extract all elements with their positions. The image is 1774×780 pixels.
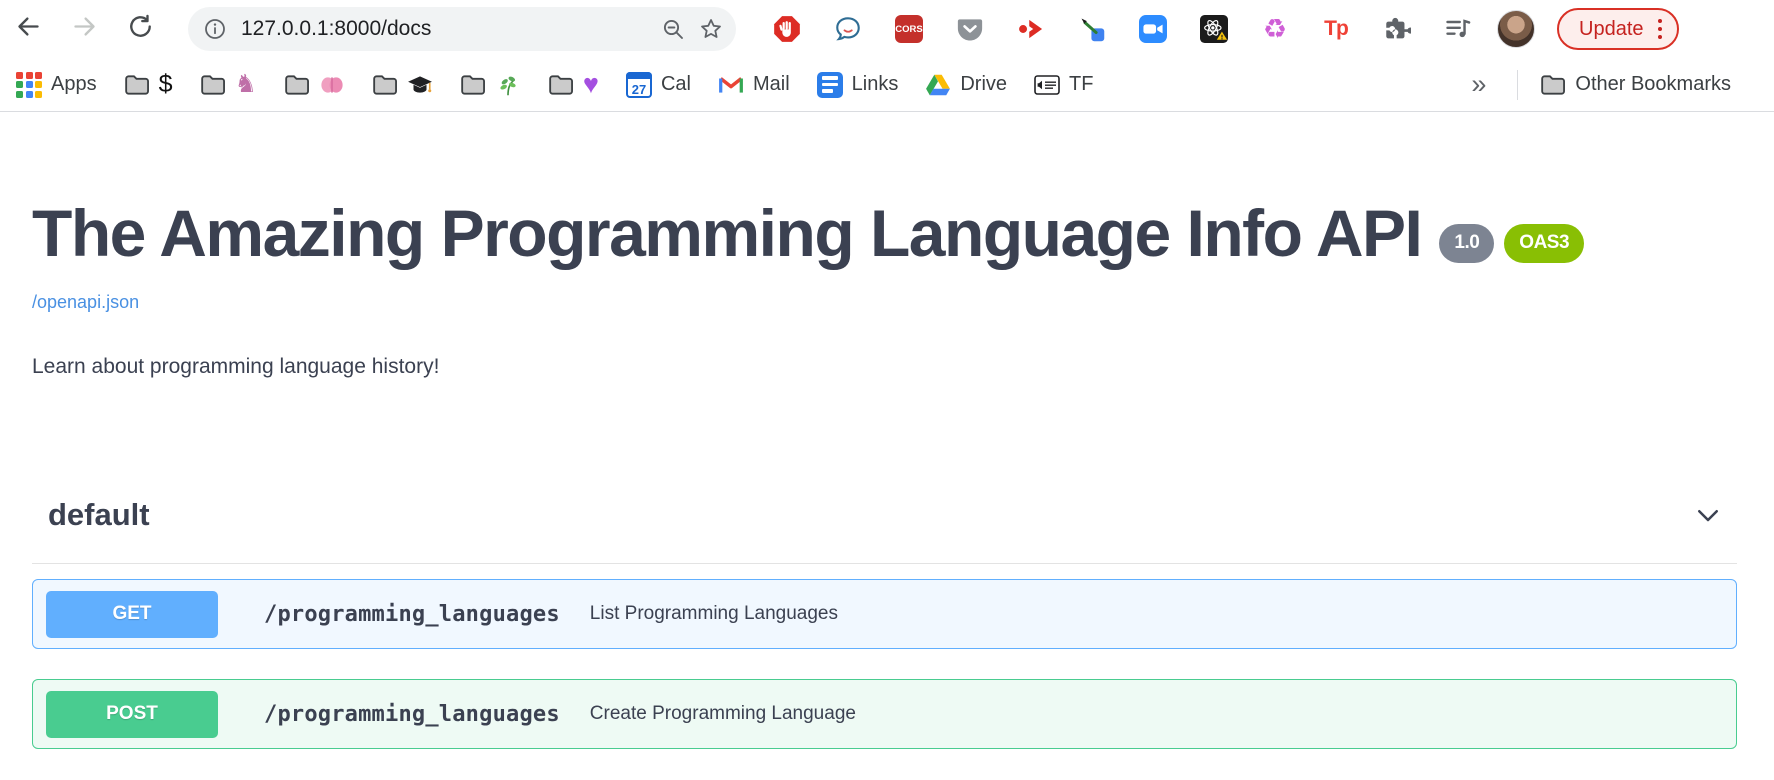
page-info-icon[interactable]	[202, 16, 228, 42]
url-bar[interactable]: 127.0.0.1:8000/docs	[188, 7, 736, 51]
tp-icon[interactable]: Tp	[1321, 14, 1351, 44]
tag-title: default	[48, 497, 150, 533]
reload-button[interactable]	[118, 7, 162, 51]
cors-icon[interactable]: CORS	[894, 14, 924, 44]
eyedropper-icon	[1078, 15, 1106, 43]
tp-icon: Tp	[1324, 17, 1348, 41]
url-text[interactable]: 127.0.0.1:8000/docs	[241, 17, 660, 41]
graduation-cap-icon	[407, 72, 433, 98]
back-button[interactable]	[6, 7, 50, 51]
update-button[interactable]: Update	[1557, 8, 1679, 50]
other-bookmarks[interactable]: Other Bookmarks	[1540, 72, 1731, 98]
api-title-text: The Amazing Programming Language Info AP…	[32, 200, 1421, 266]
brain-icon	[319, 72, 345, 98]
bookmark-links[interactable]: Links	[817, 72, 899, 98]
pocket-icon[interactable]	[955, 14, 985, 44]
herb-icon	[495, 72, 521, 98]
bookmarks-bar: Apps $ ♞ ♥ 27 Cal	[0, 58, 1774, 112]
method-badge: POST	[46, 691, 218, 738]
bookmark-folder-brain[interactable]	[284, 72, 345, 98]
tf-card-icon	[1034, 72, 1060, 98]
chevron-down-icon[interactable]	[1693, 500, 1723, 530]
extensions-row: CORS ♻ Tp	[772, 14, 1473, 44]
bookmark-calendar[interactable]: 27 Cal	[626, 72, 691, 98]
forward-button[interactable]	[62, 7, 106, 51]
forward-icon	[71, 13, 98, 45]
api-badges: 1.0 OAS3	[1439, 224, 1584, 263]
playlist-music-icon	[1444, 15, 1472, 43]
endpoint-summary: Create Programming Language	[590, 703, 856, 725]
bookmark-tf[interactable]: TF	[1034, 72, 1093, 98]
react-devtools-icon[interactable]	[1199, 14, 1229, 44]
bookmark-folder-carousel[interactable]: ♞	[200, 72, 257, 98]
apps-grid-icon	[16, 72, 42, 98]
redirect-icon[interactable]	[1016, 14, 1046, 44]
puzzle-icon	[1383, 15, 1411, 43]
playlist-icon[interactable]	[1443, 14, 1473, 44]
pocket-icon	[956, 15, 984, 43]
bookmark-folder-dollar[interactable]: $	[124, 72, 173, 98]
bookmark-apps[interactable]: Apps	[16, 72, 97, 98]
folder-icon	[548, 72, 574, 98]
zoom-meeting-icon[interactable]	[1138, 14, 1168, 44]
reload-icon	[127, 13, 154, 45]
bookmark-folder-graduation[interactable]	[372, 72, 433, 98]
drive-icon	[925, 72, 951, 98]
folder-icon	[284, 72, 310, 98]
openapi-spec-link[interactable]: /openapi.json	[32, 292, 139, 313]
operation-row[interactable]: GET /programming_languages List Programm…	[32, 579, 1737, 649]
bookmark-drive[interactable]: Drive	[925, 72, 1007, 98]
back-icon	[15, 13, 42, 45]
page-title: The Amazing Programming Language Info AP…	[32, 200, 1737, 266]
purple-heart-icon: ♥	[583, 71, 599, 98]
method-badge: GET	[46, 591, 218, 638]
gmail-icon	[718, 72, 744, 98]
swagger-page: The Amazing Programming Language Info AP…	[0, 200, 1774, 749]
endpoint-path: /programming_languages	[264, 702, 560, 727]
recycle-icon: ♻	[1263, 16, 1287, 43]
operation-row[interactable]: POST /programming_languages Create Progr…	[32, 679, 1737, 749]
sidekick-icon	[1017, 15, 1045, 43]
folder-icon	[200, 72, 226, 98]
chevron-double-icon: »	[1471, 71, 1486, 98]
adblock-icon	[773, 15, 801, 43]
carousel-horse-icon: ♞	[235, 72, 257, 97]
bookmark-gmail[interactable]: Mail	[718, 72, 790, 98]
docs-icon	[817, 72, 843, 98]
endpoint-path: /programming_languages	[264, 602, 560, 627]
bookmarks-separator[interactable]	[1517, 70, 1518, 100]
avatar[interactable]	[1497, 10, 1535, 48]
browser-toolbar: 127.0.0.1:8000/docs CORS ♻ Tp Update	[0, 0, 1774, 58]
zoom-cam-icon	[1139, 15, 1167, 43]
recycle-icon[interactable]: ♻	[1260, 14, 1290, 44]
folder-icon	[372, 72, 398, 98]
cors-icon: CORS	[895, 15, 923, 43]
api-description: Learn about programming language history…	[32, 355, 1737, 379]
extensions-menu-icon[interactable]	[1382, 14, 1412, 44]
zoom-out-icon[interactable]	[660, 16, 686, 42]
chat-bubble-icon	[834, 15, 862, 43]
dollar-icon: $	[159, 72, 173, 97]
color-picker-icon[interactable]	[1077, 14, 1107, 44]
chat-bubble-icon[interactable]	[833, 14, 863, 44]
version-badge: 1.0	[1439, 224, 1494, 263]
folder-icon	[1540, 72, 1566, 98]
endpoint-summary: List Programming Languages	[590, 603, 838, 625]
tag-section-header[interactable]: default	[32, 497, 1737, 564]
bookmarks-overflow[interactable]: »	[1471, 71, 1486, 98]
adblock-icon[interactable]	[772, 14, 802, 44]
update-label: Update	[1579, 18, 1644, 41]
folder-icon	[124, 72, 150, 98]
oas-badge: OAS3	[1504, 224, 1584, 263]
bookmark-star-icon[interactable]	[698, 16, 724, 42]
calendar-icon: 27	[626, 72, 652, 98]
operations-list: GET /programming_languages List Programm…	[32, 579, 1737, 749]
menu-kebab-icon[interactable]	[1658, 19, 1663, 40]
react-devtools-icon	[1200, 15, 1228, 43]
folder-icon	[460, 72, 486, 98]
bookmark-folder-heart[interactable]: ♥	[548, 71, 599, 98]
bookmark-folder-herb[interactable]	[460, 72, 521, 98]
